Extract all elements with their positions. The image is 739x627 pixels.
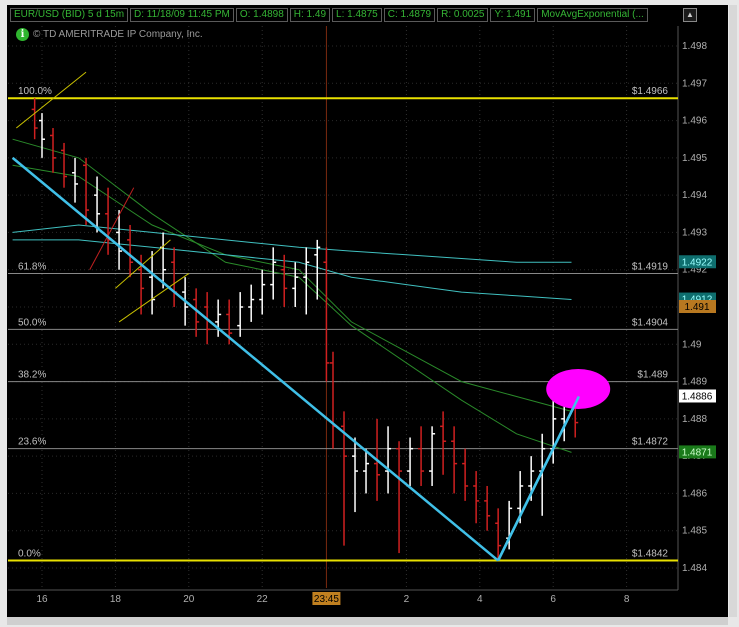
y-tick-label: 1.497	[682, 78, 707, 89]
fib-price-label: $1.4842	[632, 549, 669, 560]
x-tick-label: 4	[477, 594, 483, 605]
fib-percent-label: 0.0%	[18, 549, 41, 560]
low-label: L: 1.4875	[332, 8, 382, 22]
x-tick-label: 22	[257, 594, 269, 605]
y-tick-label: 1.494	[682, 190, 707, 201]
copyright-text: © TD AMERITRADE IP Company, Inc.	[33, 29, 203, 40]
y-tick-label: 1.485	[682, 526, 707, 537]
y-tick-label: 1.486	[682, 488, 707, 499]
x-tick-label: 20	[183, 594, 195, 605]
open-label: O: 1.4898	[235, 8, 288, 22]
y-tick-label: 1.493	[682, 227, 707, 238]
fib-percent-label: 38.2%	[18, 370, 46, 381]
channel-line	[15, 71, 87, 129]
y-tick-label: 1.496	[682, 116, 707, 127]
y-tick-label: 1.495	[682, 153, 707, 164]
x-tick-label: 16	[36, 594, 48, 605]
fib-price-label: $1.4872	[632, 437, 669, 448]
fib-percent-label: 100.0%	[18, 86, 52, 97]
price-chart[interactable]: 1.498 1.497 1.496 1.495 1.494 1.493 1.49 2 1.491…	[0, 0, 739, 627]
x-tick-label: 8	[624, 594, 630, 605]
fib-price-label: $1.4966	[632, 86, 669, 97]
fib-price-label: $1.489	[637, 370, 668, 381]
copyright-row: i © TD AMERITRADE IP Company, Inc.	[16, 28, 203, 41]
info-icon[interactable]: i	[16, 28, 29, 41]
y-label: Y: 1.491	[490, 8, 536, 22]
horizontal-scrollbar[interactable]	[7, 617, 728, 625]
y-tick-label: 1.498	[682, 41, 707, 52]
y-tick-label: 1.484	[682, 563, 707, 574]
fib-price-label: $1.4904	[632, 317, 669, 328]
fib-percent-label: 23.6%	[18, 437, 46, 448]
trend-line-overlay	[497, 395, 581, 562]
x-tick-label: 6	[550, 594, 556, 605]
price-badge-label: 1.491	[684, 302, 709, 313]
study-label[interactable]: MovAvgExponential (...	[537, 8, 648, 22]
x-tick-label: 18	[110, 594, 122, 605]
y-tick-label: 1.49	[682, 339, 702, 350]
fib-percent-label: 61.8%	[18, 261, 46, 272]
price-badge-label: 1.4922	[682, 257, 713, 268]
channel-line	[118, 273, 190, 323]
high-label: H: 1.49	[289, 8, 331, 22]
price-badge-label: 1.4871	[682, 447, 713, 458]
x-tick-label: 2	[404, 594, 410, 605]
fib-percent-label: 50.0%	[18, 317, 46, 328]
highlight-ellipse	[546, 369, 611, 410]
y-tick-label: 1.488	[682, 414, 707, 425]
range-label: R: 0.0025	[437, 8, 489, 22]
trend-line	[11, 156, 499, 562]
vertical-scrollbar[interactable]	[729, 5, 737, 617]
y-tick-label: 1.489	[682, 377, 707, 388]
close-label: C: 1.4879	[383, 8, 436, 22]
collapse-button[interactable]: ▲	[683, 8, 697, 22]
symbol-label[interactable]: EUR/USD (BID) 5 d 15m	[10, 8, 129, 22]
fib-price-label: $1.4919	[632, 261, 669, 272]
price-badge-label: 1.4886	[682, 391, 713, 402]
chart-header: EUR/USD (BID) 5 d 15m D: 11/18/09 11:45 …	[10, 8, 648, 22]
datetime-label: D: 11/18/09 11:45 PM	[130, 8, 234, 22]
x-tick-label: 23:45	[314, 594, 339, 605]
